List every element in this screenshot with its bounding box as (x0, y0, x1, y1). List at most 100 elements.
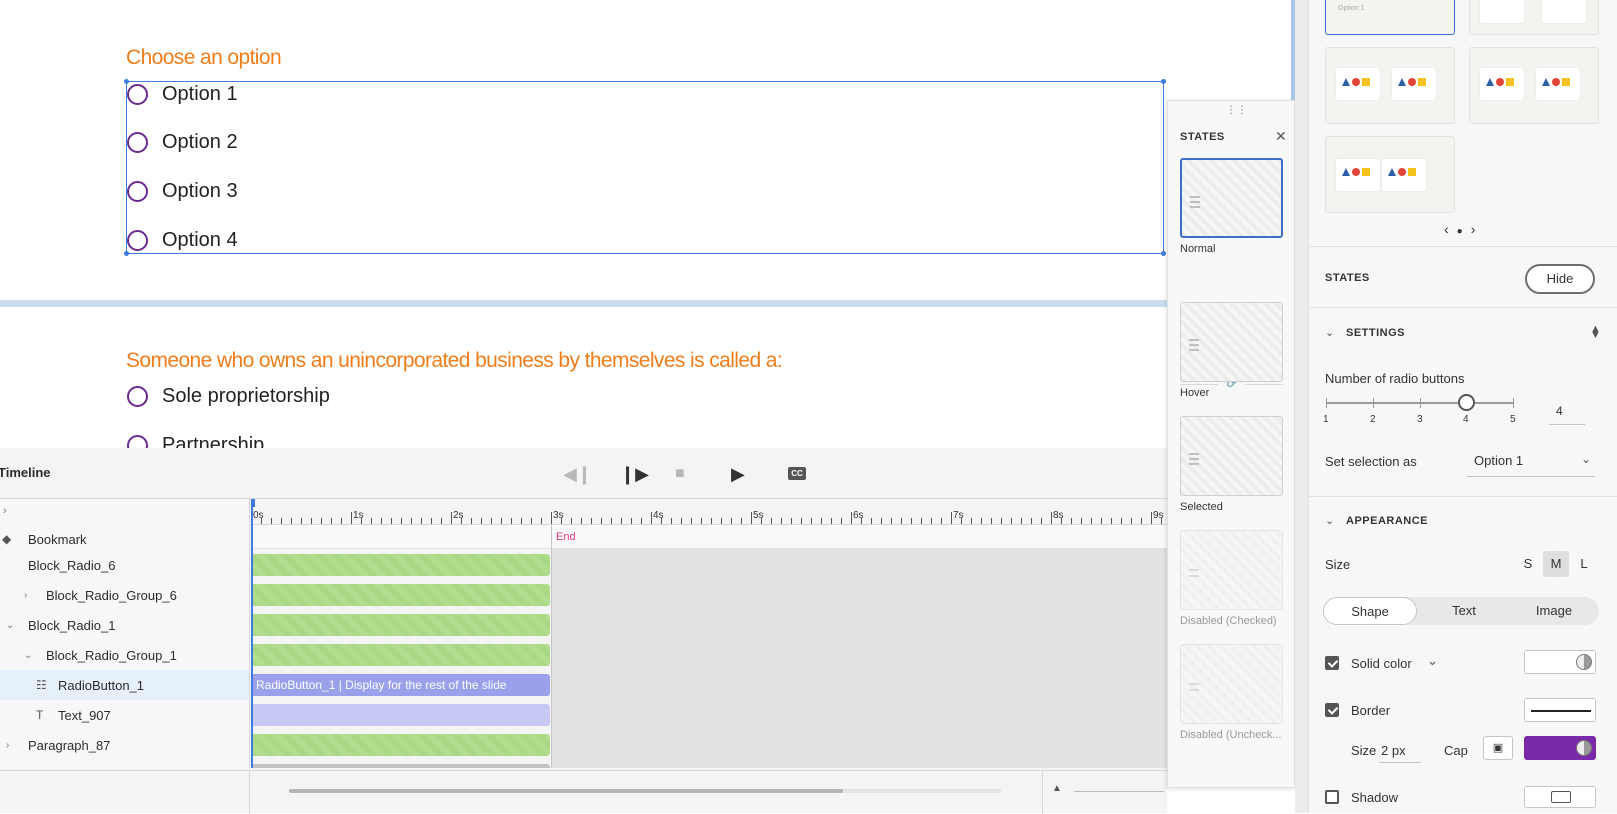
chevron-right-icon[interactable]: › (1471, 221, 1484, 237)
rewind-icon[interactable]: ◀❙ (563, 464, 592, 485)
thumb-line (1190, 196, 1200, 198)
close-icon[interactable]: ✕ (1275, 128, 1287, 145)
state-thumb-disabled-checked[interactable] (1180, 530, 1283, 610)
layer-row[interactable]: T Text_907 (0, 700, 249, 730)
playhead[interactable] (251, 499, 255, 768)
state-thumb-selected[interactable] (1180, 416, 1283, 496)
size-option-s[interactable]: S (1515, 551, 1541, 577)
slide-canvas[interactable]: Choose an option Option 1 Option 2 Optio… (0, 0, 1295, 448)
ruler-tick (921, 518, 922, 524)
chevron-right-icon[interactable]: › (3, 505, 7, 517)
layer-row[interactable]: Block_Radio_6 (0, 550, 249, 580)
color-picker-icon[interactable] (1576, 740, 1592, 756)
page-dot-icon[interactable]: ● (1457, 226, 1471, 237)
chevron-down-icon[interactable]: ⌄ (24, 650, 32, 661)
num-radio-value[interactable]: 4 (1556, 404, 1563, 418)
layer-row[interactable]: ☷ RadioButton_1 (0, 670, 249, 700)
state-thumb-disabled-unchecked[interactable] (1180, 644, 1283, 724)
circle-icon (1352, 168, 1360, 176)
ruler-tick (1131, 518, 1132, 524)
template-card[interactable] (1325, 47, 1455, 124)
play-icon[interactable]: ▶ (731, 464, 745, 485)
zoom-out-icon[interactable]: ▲ (1052, 783, 1062, 794)
state-thumb-normal[interactable] (1180, 158, 1283, 238)
question-title[interactable]: Choose an option (126, 46, 282, 70)
template-card-label: Option 1 (1338, 5, 1365, 12)
resize-handle[interactable] (124, 79, 129, 84)
border-checkbox[interactable] (1325, 703, 1339, 717)
track-area[interactable]: 0s 1s 2s 3s 4s 5s 6s 7s 8s 9s End RadioButton_1 |… (251, 499, 1167, 768)
border-size-input[interactable]: 2 px (1381, 743, 1406, 758)
template-card[interactable] (1325, 136, 1455, 213)
track-bar[interactable] (251, 614, 550, 636)
play-pause-icon[interactable]: ❙▶ (620, 464, 649, 485)
sort-arrows-icon[interactable]: ▲ ▼ (1590, 323, 1601, 347)
radio-circle-icon[interactable] (127, 385, 148, 407)
layer-row[interactable]: ⌄ Block_Radio_1 (0, 610, 249, 640)
slider-thumb[interactable] (1458, 394, 1475, 411)
track-bar[interactable]: RadioButton_1 | Display for the rest of … (251, 674, 550, 696)
state-thumb-hover[interactable] (1180, 302, 1283, 382)
bookmark-track[interactable] (251, 525, 1167, 549)
track-bar[interactable] (251, 764, 550, 768)
chevron-down-icon[interactable]: ⌄ (6, 620, 14, 631)
tab-text[interactable]: Text (1419, 597, 1509, 625)
radio-circle-icon[interactable] (127, 434, 148, 448)
closed-captions-icon[interactable]: CC (788, 467, 806, 480)
zoom-slider[interactable] (1074, 791, 1164, 792)
end-marker[interactable] (551, 525, 552, 768)
radio-option-sole[interactable]: Sole proprietorship (127, 382, 330, 410)
tab-image[interactable]: Image (1509, 597, 1599, 625)
fill-color-swatch[interactable] (1524, 650, 1596, 674)
hide-states-button[interactable]: Hide (1525, 264, 1595, 294)
resize-handle[interactable] (1161, 79, 1166, 84)
track-bar[interactable] (251, 734, 550, 756)
chevron-down-icon[interactable]: ⌄ (1427, 653, 1438, 669)
track-bar[interactable] (251, 554, 550, 576)
cap-style-icon[interactable]: ▣ (1483, 736, 1513, 760)
chevron-right-icon[interactable]: › (24, 590, 27, 601)
settings-heading[interactable]: SETTINGS (1346, 327, 1405, 339)
stop-icon[interactable]: ■ (675, 465, 685, 483)
border-color-swatch[interactable] (1524, 736, 1596, 760)
appearance-heading[interactable]: APPEARANCE (1346, 515, 1428, 527)
chevron-down-icon[interactable]: ⌄ (1325, 514, 1334, 527)
border-style-selector[interactable] (1524, 698, 1596, 722)
ruler-tick (301, 518, 302, 524)
chevron-down-icon[interactable]: ⌄ (1325, 326, 1334, 339)
radio-option-partnership[interactable]: Partnership (127, 431, 264, 448)
scrollbar-thumb[interactable] (289, 789, 843, 793)
resize-handle[interactable] (124, 251, 129, 256)
timeline-scrollbar[interactable] (289, 789, 1001, 793)
layer-row[interactable]: › Block_Radio_Group_6 (0, 580, 249, 610)
layer-label: RadioButton_1 (58, 677, 145, 693)
shadow-checkbox[interactable] (1325, 790, 1339, 804)
template-card[interactable] (1469, 47, 1599, 124)
drag-handle-icon[interactable]: ⋮⋮ (1226, 105, 1248, 116)
size-option-l[interactable]: L (1571, 551, 1597, 577)
layer-row[interactable]: › Paragraph_87 (0, 730, 249, 760)
layer-row[interactable]: ⌄ Block_Radio_Group_1 (0, 640, 249, 670)
chevron-left-icon[interactable]: ‹ (1444, 221, 1457, 237)
selection-dropdown[interactable]: Option 1 ⌄ (1467, 449, 1595, 477)
shadow-style-selector[interactable] (1524, 786, 1596, 808)
tab-shape[interactable]: Shape (1323, 597, 1417, 625)
template-card[interactable] (1469, 0, 1599, 35)
thumb-line (1189, 569, 1199, 571)
chevron-right-icon[interactable]: › (6, 740, 9, 751)
circle-icon (1496, 78, 1504, 86)
track-bar[interactable] (251, 704, 550, 726)
question-title[interactable]: Someone who owns an unincorporated busin… (126, 349, 783, 373)
selection-box[interactable] (124, 79, 1166, 256)
time-ruler[interactable]: 0s 1s 2s 3s 4s 5s 6s 7s 8s 9s (251, 499, 1167, 525)
template-card[interactable]: Option 1 (1325, 0, 1455, 35)
size-option-m[interactable]: M (1543, 551, 1569, 577)
track-bar[interactable] (251, 644, 550, 666)
border-label: Border (1351, 703, 1391, 718)
solid-color-checkbox[interactable] (1325, 656, 1339, 670)
state-label: Disabled (Checked) (1180, 615, 1277, 627)
resize-handle[interactable] (1161, 251, 1166, 256)
track-bar[interactable] (251, 584, 550, 606)
color-picker-icon[interactable] (1576, 654, 1592, 670)
playhead-handle[interactable] (251, 499, 255, 507)
